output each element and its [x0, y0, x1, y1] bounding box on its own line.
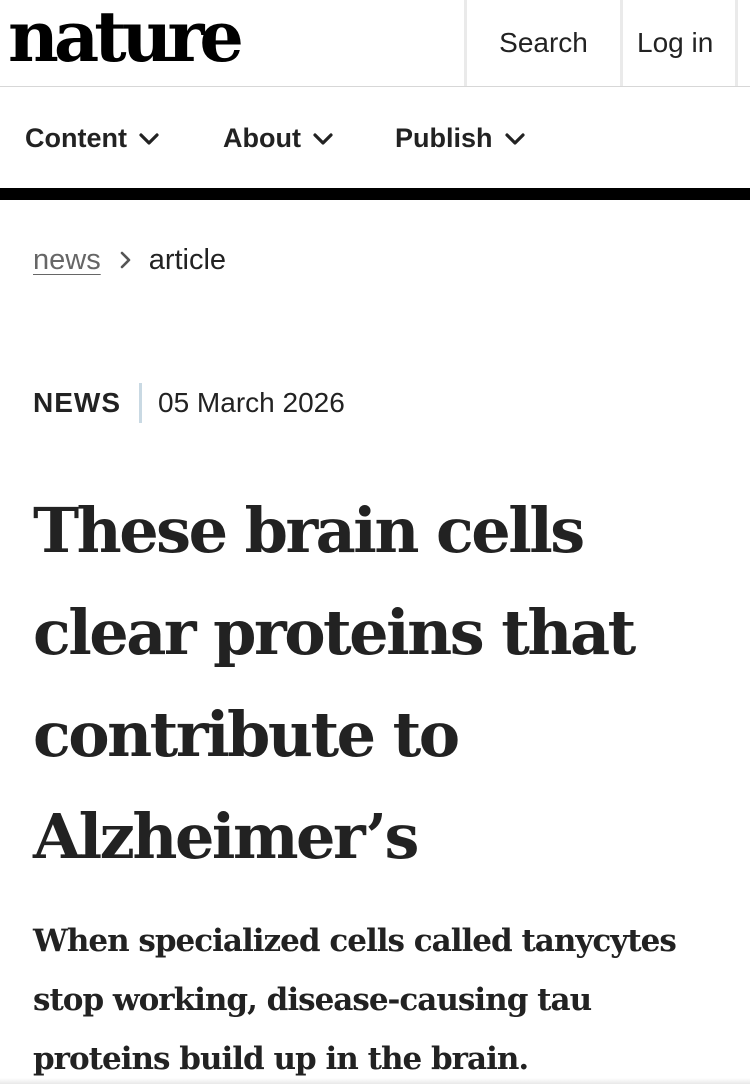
bottom-edge — [0, 1078, 750, 1084]
chevron-right-icon — [119, 249, 133, 271]
nav-item-label: Content — [25, 122, 127, 153]
main-nav: Content About Publish — [0, 88, 750, 188]
login-button[interactable]: Log in — [620, 0, 738, 86]
nav-item-publish[interactable]: Publish — [395, 88, 525, 188]
nav-item-label: About — [223, 122, 301, 153]
article-title: These brain cells clear proteins that co… — [33, 494, 636, 873]
search-button[interactable]: Search — [464, 0, 620, 86]
breadcrumb-link-news[interactable]: news — [33, 244, 101, 277]
article-standfirst: When specialized cells called tanycytes … — [33, 923, 677, 1077]
chevron-down-icon — [139, 133, 159, 145]
article-type-label: NEWS — [33, 387, 121, 418]
nav-item-content[interactable]: Content — [25, 88, 159, 188]
breadcrumb-current: article — [148, 243, 227, 276]
nature-logo[interactable]: nature — [8, 0, 244, 80]
article-meta: NEWS 05 March 2026 — [33, 382, 345, 424]
breadcrumb: news article — [33, 238, 226, 282]
nav-item-about[interactable]: About — [223, 88, 333, 188]
site-header: nature Search Log in — [0, 0, 750, 87]
nav-divider-rule — [0, 188, 750, 200]
chevron-down-icon — [504, 133, 525, 145]
nav-item-label: Publish — [395, 122, 493, 153]
article-date: 05 March 2026 — [158, 387, 345, 418]
meta-divider — [139, 383, 142, 423]
chevron-down-icon — [313, 133, 333, 145]
